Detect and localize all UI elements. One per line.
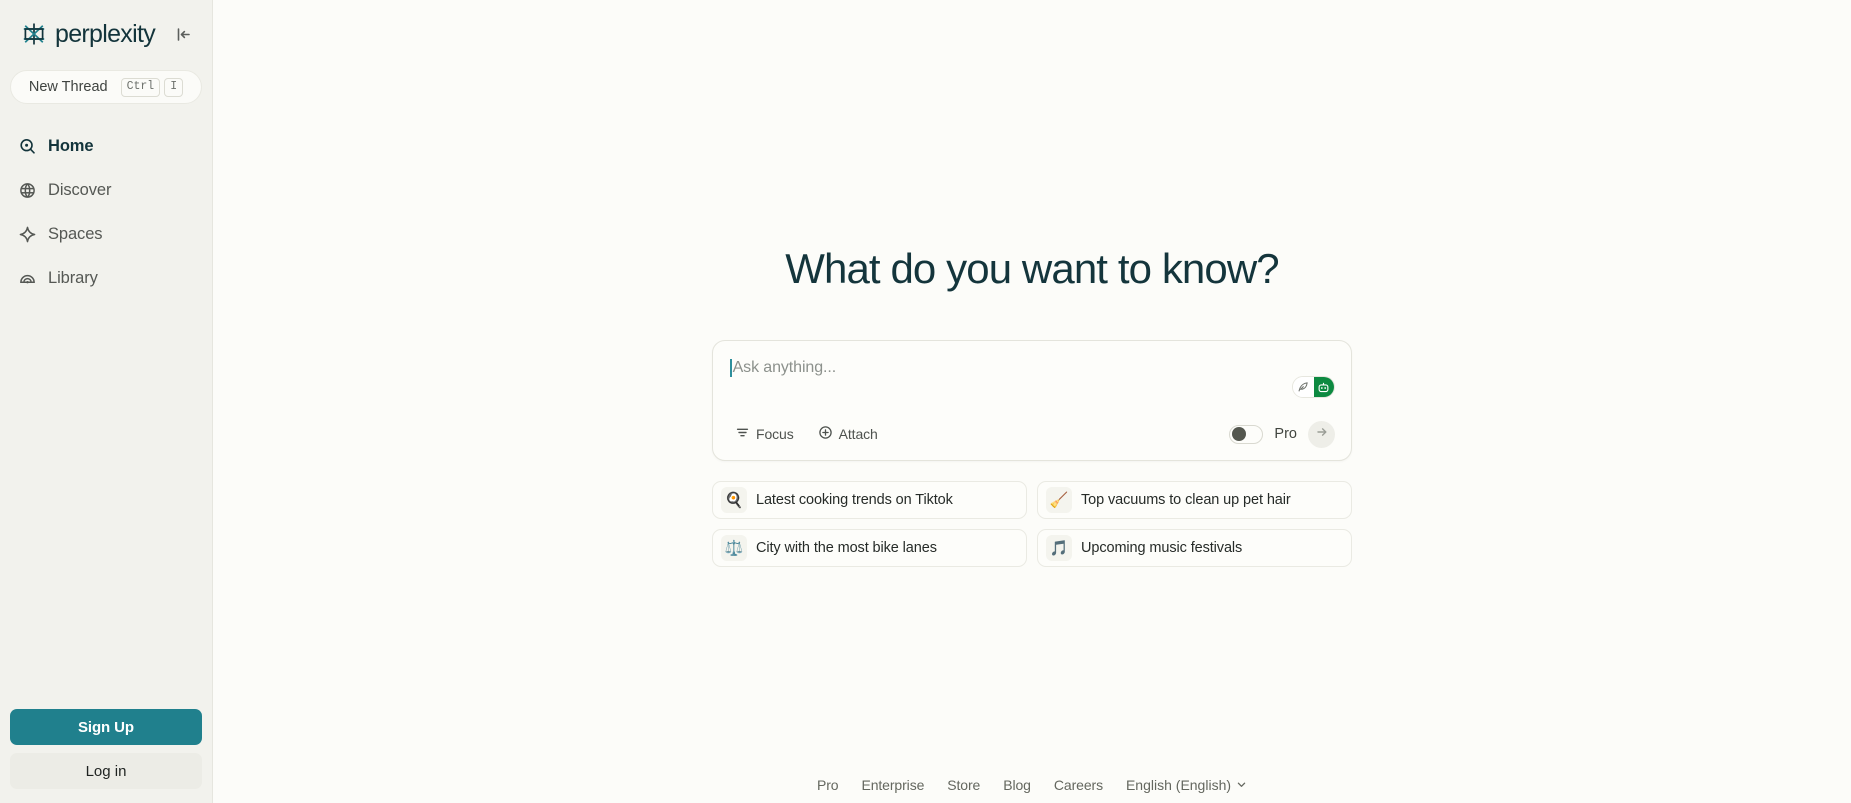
collapse-sidebar-icon[interactable] — [170, 21, 196, 47]
search-icon — [18, 137, 37, 156]
footer-link-enterprise[interactable]: Enterprise — [861, 777, 924, 793]
footer-link-pro[interactable]: Pro — [817, 777, 839, 793]
brand-logo[interactable]: perplexity — [20, 19, 156, 49]
sidebar-auth: Sign Up Log in — [0, 709, 212, 803]
chevron-down-icon — [1236, 777, 1247, 793]
sidebar: perplexity New Thread Ctrl I Home Discov… — [0, 0, 213, 803]
app-root: perplexity New Thread Ctrl I Home Discov… — [0, 0, 1851, 803]
scales-icon: ⚖️ — [721, 535, 747, 561]
suggestion-label: Upcoming music festivals — [1081, 540, 1243, 556]
language-label: English (English) — [1125, 777, 1232, 793]
main-content: What do you want to know? Ask anything..… — [213, 0, 1851, 803]
submit-button[interactable] — [1308, 420, 1335, 448]
sparkle-icon — [18, 225, 37, 244]
plus-circle-icon — [818, 425, 833, 443]
footer-link-blog[interactable]: Blog — [1003, 777, 1031, 793]
globe-icon — [18, 181, 37, 200]
footer-link-careers[interactable]: Careers — [1054, 777, 1103, 793]
pro-toggle-knob — [1232, 427, 1247, 441]
arrow-right-icon — [1315, 425, 1329, 444]
kbd-i: I — [164, 77, 184, 97]
suggestion-card-vacuums[interactable]: 🧹 Top vacuums to clean up pet hair — [1037, 481, 1352, 519]
footer: Pro Enterprise Store Blog Careers Englis… — [213, 777, 1851, 793]
composer-input-row: Ask anything... — [729, 357, 1335, 405]
search-input-placeholder: Ask anything... — [732, 359, 837, 376]
robot-icon[interactable] — [1313, 377, 1334, 397]
attach-button[interactable]: Attach — [812, 421, 884, 447]
suggestion-label: City with the most bike lanes — [756, 540, 937, 556]
library-arc-icon — [18, 269, 37, 288]
composer-right-controls: Pro — [1229, 420, 1335, 448]
sidebar-item-home-label: Home — [48, 136, 94, 155]
attach-label: Attach — [838, 426, 878, 442]
pro-toggle[interactable] — [1229, 424, 1264, 444]
frying-pan-icon: 🍳 — [721, 487, 747, 513]
brand-name: perplexity — [55, 19, 156, 48]
focus-label: Focus — [756, 426, 794, 442]
feather-quill-icon[interactable] — [1293, 377, 1314, 397]
model-mode-toggle[interactable] — [1292, 376, 1335, 398]
sidebar-nav: Home Discover Spaces Library — [0, 124, 212, 300]
perplexity-logo-icon — [20, 20, 48, 48]
sidebar-item-spaces[interactable]: Spaces — [10, 212, 202, 256]
sidebar-item-spaces-label: Spaces — [48, 224, 103, 243]
pro-label: Pro — [1274, 426, 1297, 442]
suggestion-card-cooking[interactable]: 🍳 Latest cooking trends on Tiktok — [712, 481, 1027, 519]
new-thread-label: New Thread — [28, 79, 108, 95]
sidebar-item-library[interactable]: Library — [10, 256, 202, 300]
language-selector[interactable]: English (English) — [1126, 777, 1247, 793]
text-caret — [730, 359, 732, 377]
sidebar-top: perplexity — [0, 0, 212, 56]
footer-link-store[interactable]: Store — [947, 777, 980, 793]
filter-lines-icon — [735, 425, 750, 443]
suggestion-label: Top vacuums to clean up pet hair — [1081, 492, 1291, 508]
page-title: What do you want to know? — [785, 245, 1279, 292]
sidebar-item-discover[interactable]: Discover — [10, 168, 202, 212]
suggestion-label: Latest cooking trends on Tiktok — [756, 492, 953, 508]
kbd-ctrl: Ctrl — [120, 77, 161, 97]
suggestion-card-music-festivals[interactable]: 🎵 Upcoming music festivals — [1037, 529, 1352, 567]
new-thread-shortcut: Ctrl I — [120, 77, 184, 97]
search-composer: Ask anything... Focus Attach Pro — [712, 340, 1352, 461]
composer-toolbar: Focus Attach Pro — [729, 419, 1335, 449]
suggestion-grid: 🍳 Latest cooking trends on Tiktok 🧹 Top … — [712, 481, 1352, 567]
broom-icon: 🧹 — [1046, 487, 1072, 513]
sidebar-item-discover-label: Discover — [48, 180, 112, 199]
log-in-button[interactable]: Log in — [10, 753, 202, 789]
search-input[interactable]: Ask anything... — [729, 357, 836, 379]
sidebar-item-library-label: Library — [48, 268, 98, 287]
focus-button[interactable]: Focus — [729, 421, 800, 447]
sidebar-header: perplexity — [14, 12, 198, 56]
new-thread-button[interactable]: New Thread Ctrl I — [10, 70, 202, 104]
suggestion-card-bike-lanes[interactable]: ⚖️ City with the most bike lanes — [712, 529, 1027, 567]
sidebar-item-home[interactable]: Home — [10, 124, 202, 168]
musical-note-icon: 🎵 — [1046, 535, 1072, 561]
sign-up-button[interactable]: Sign Up — [10, 709, 202, 745]
